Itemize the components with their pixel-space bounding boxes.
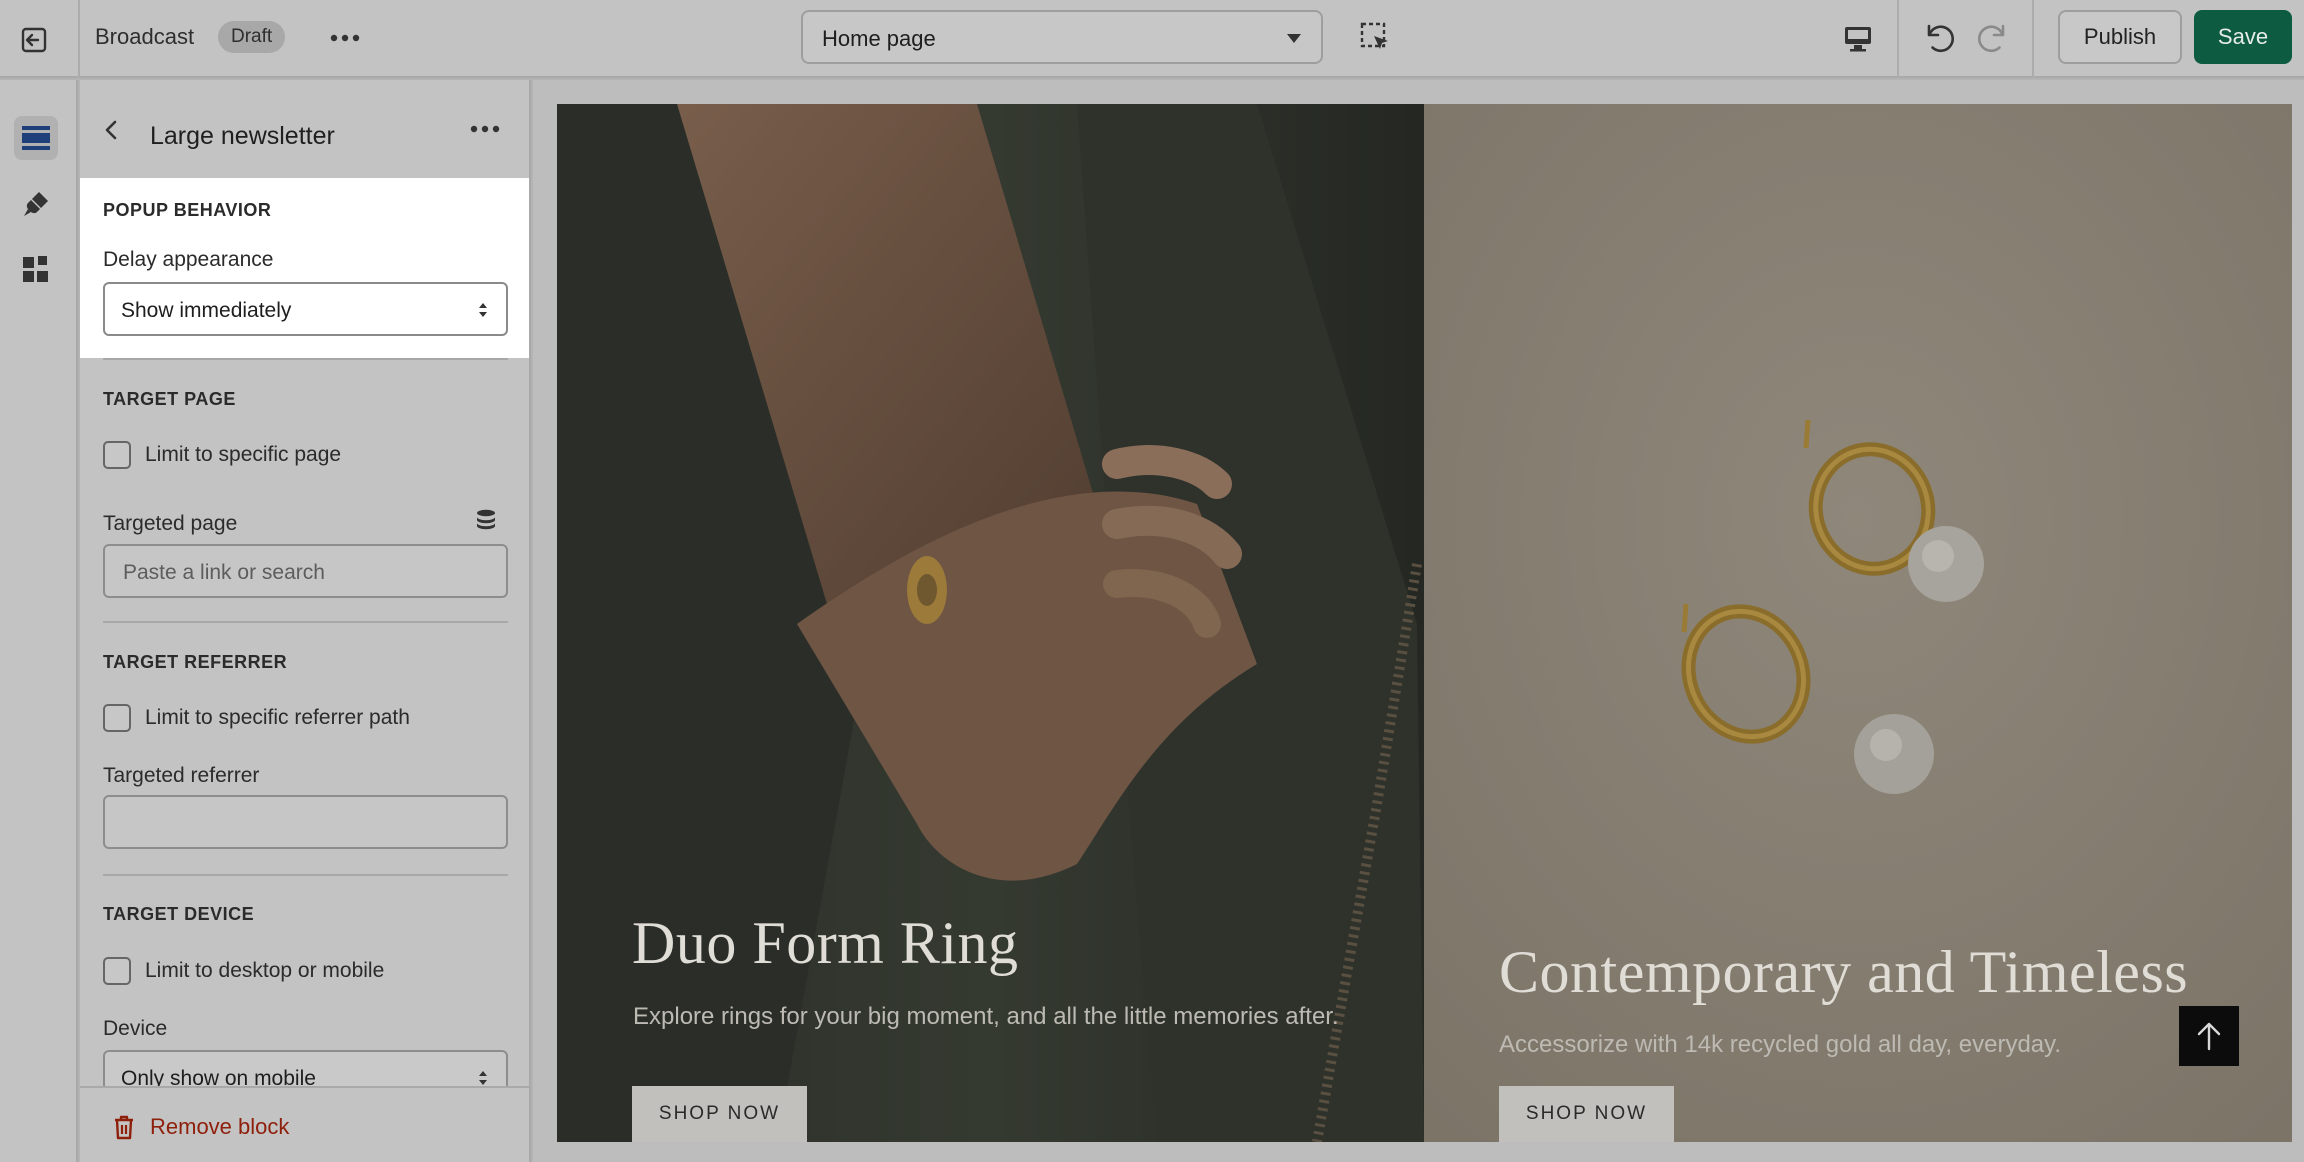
preview-canvas: Duo Form Ring Explore rings for your big…: [533, 80, 2304, 1162]
select-arrows-icon: [479, 1071, 487, 1085]
block-settings-panel: Large newsletter POPUP BEHAVIOR Delay ap…: [80, 80, 531, 1162]
undo-icon[interactable]: [1918, 16, 1958, 56]
device-label: Device: [103, 1017, 168, 1040]
redo-icon[interactable]: [1974, 16, 2014, 56]
section-heading: TARGET DEVICE: [103, 904, 255, 924]
remove-block-label: Remove block: [150, 1114, 290, 1139]
popup-behavior-highlight: POPUP BEHAVIOR Delay appearance Show imm…: [80, 178, 529, 358]
delay-appearance-value: Show immediately: [121, 299, 292, 322]
delay-appearance-select[interactable]: Show immediately: [103, 282, 508, 336]
editor-rail: [0, 80, 78, 1162]
panel-title: Large newsletter: [150, 122, 335, 150]
desktop-view-icon[interactable]: [1838, 18, 1878, 58]
ring-model-photo: [557, 104, 1424, 1142]
hero-image-left: Duo Form Ring Explore rings for your big…: [557, 104, 1424, 1142]
publish-button[interactable]: Publish: [2058, 10, 2182, 64]
hero-left-subtitle: Explore rings for your big moment, and a…: [633, 1003, 1339, 1030]
section-heading: TARGET PAGE: [103, 389, 236, 409]
hero-right-subtitle: Accessorize with 14k recycled gold all d…: [1499, 1031, 2062, 1058]
theme-name: Broadcast: [95, 24, 195, 49]
delay-appearance-label: Delay appearance: [103, 248, 274, 271]
remove-block-button[interactable]: Remove block: [112, 1114, 289, 1140]
shop-now-button-left[interactable]: SHOP NOW: [632, 1086, 807, 1142]
divider: [2032, 0, 2034, 78]
hero-image-right: Contemporary and Timeless Accessorize wi…: [1424, 104, 2292, 1142]
sections-icon[interactable]: [14, 116, 58, 160]
hero-left-title: Duo Form Ring: [632, 910, 1019, 976]
section-heading: TARGET REFERRER: [103, 652, 288, 672]
select-arrows-icon: [479, 303, 487, 317]
scroll-to-top-button[interactable]: [2179, 1006, 2239, 1066]
divider: [1897, 0, 1899, 78]
limit-device-label: Limit to desktop or mobile: [145, 959, 385, 982]
theme-actions-more-icon[interactable]: [326, 20, 364, 56]
page-selector-value: Home page: [822, 26, 936, 51]
targeted-page-label: Targeted page: [103, 512, 238, 535]
limit-referrer-label: Limit to specific referrer path: [145, 706, 410, 729]
panel-header: Large newsletter: [80, 80, 529, 178]
limit-referrer-checkbox[interactable]: [103, 704, 131, 732]
limit-device-checkbox[interactable]: [103, 957, 131, 985]
apps-icon[interactable]: [14, 248, 58, 292]
divider: [103, 621, 508, 623]
block-more-icon[interactable]: [470, 120, 506, 144]
back-arrow-icon[interactable]: [100, 118, 124, 142]
panel-footer: Remove block: [80, 1086, 529, 1162]
exit-editor-icon[interactable]: [14, 20, 54, 60]
theme-settings-brush-icon[interactable]: [14, 182, 58, 226]
targeted-referrer-input[interactable]: [103, 795, 508, 849]
hero-right-title: Contemporary and Timeless: [1499, 939, 2189, 1005]
divider: [103, 358, 508, 360]
divider: [103, 874, 508, 876]
limit-device-checkbox-row[interactable]: Limit to desktop or mobile: [103, 956, 384, 986]
top-bar: Broadcast Draft Home page Publish Save: [0, 0, 2304, 78]
status-badge: Draft: [218, 21, 286, 53]
page-selector[interactable]: Home page: [801, 10, 1323, 64]
limit-page-checkbox[interactable]: [103, 441, 131, 469]
inspector-select-icon[interactable]: [1358, 20, 1394, 56]
divider: [78, 0, 80, 78]
store-preview: Duo Form Ring Explore rings for your big…: [557, 104, 2292, 1142]
save-button[interactable]: Save: [2194, 10, 2292, 64]
chevron-down-icon: [1287, 34, 1301, 43]
targeted-page-input[interactable]: Paste a link or search: [103, 544, 508, 598]
section-heading: POPUP BEHAVIOR: [103, 200, 272, 220]
dynamic-source-icon[interactable]: [474, 508, 498, 532]
shop-now-button-right[interactable]: SHOP NOW: [1499, 1086, 1674, 1142]
targeted-referrer-label: Targeted referrer: [103, 764, 260, 787]
arrow-up-icon: [2197, 1022, 2221, 1051]
targeted-page-placeholder: Paste a link or search: [123, 561, 325, 584]
limit-page-label: Limit to specific page: [145, 443, 342, 466]
limit-referrer-checkbox-row[interactable]: Limit to specific referrer path: [103, 703, 410, 733]
trash-icon: [115, 1115, 133, 1140]
limit-page-checkbox-row[interactable]: Limit to specific page: [103, 440, 341, 470]
